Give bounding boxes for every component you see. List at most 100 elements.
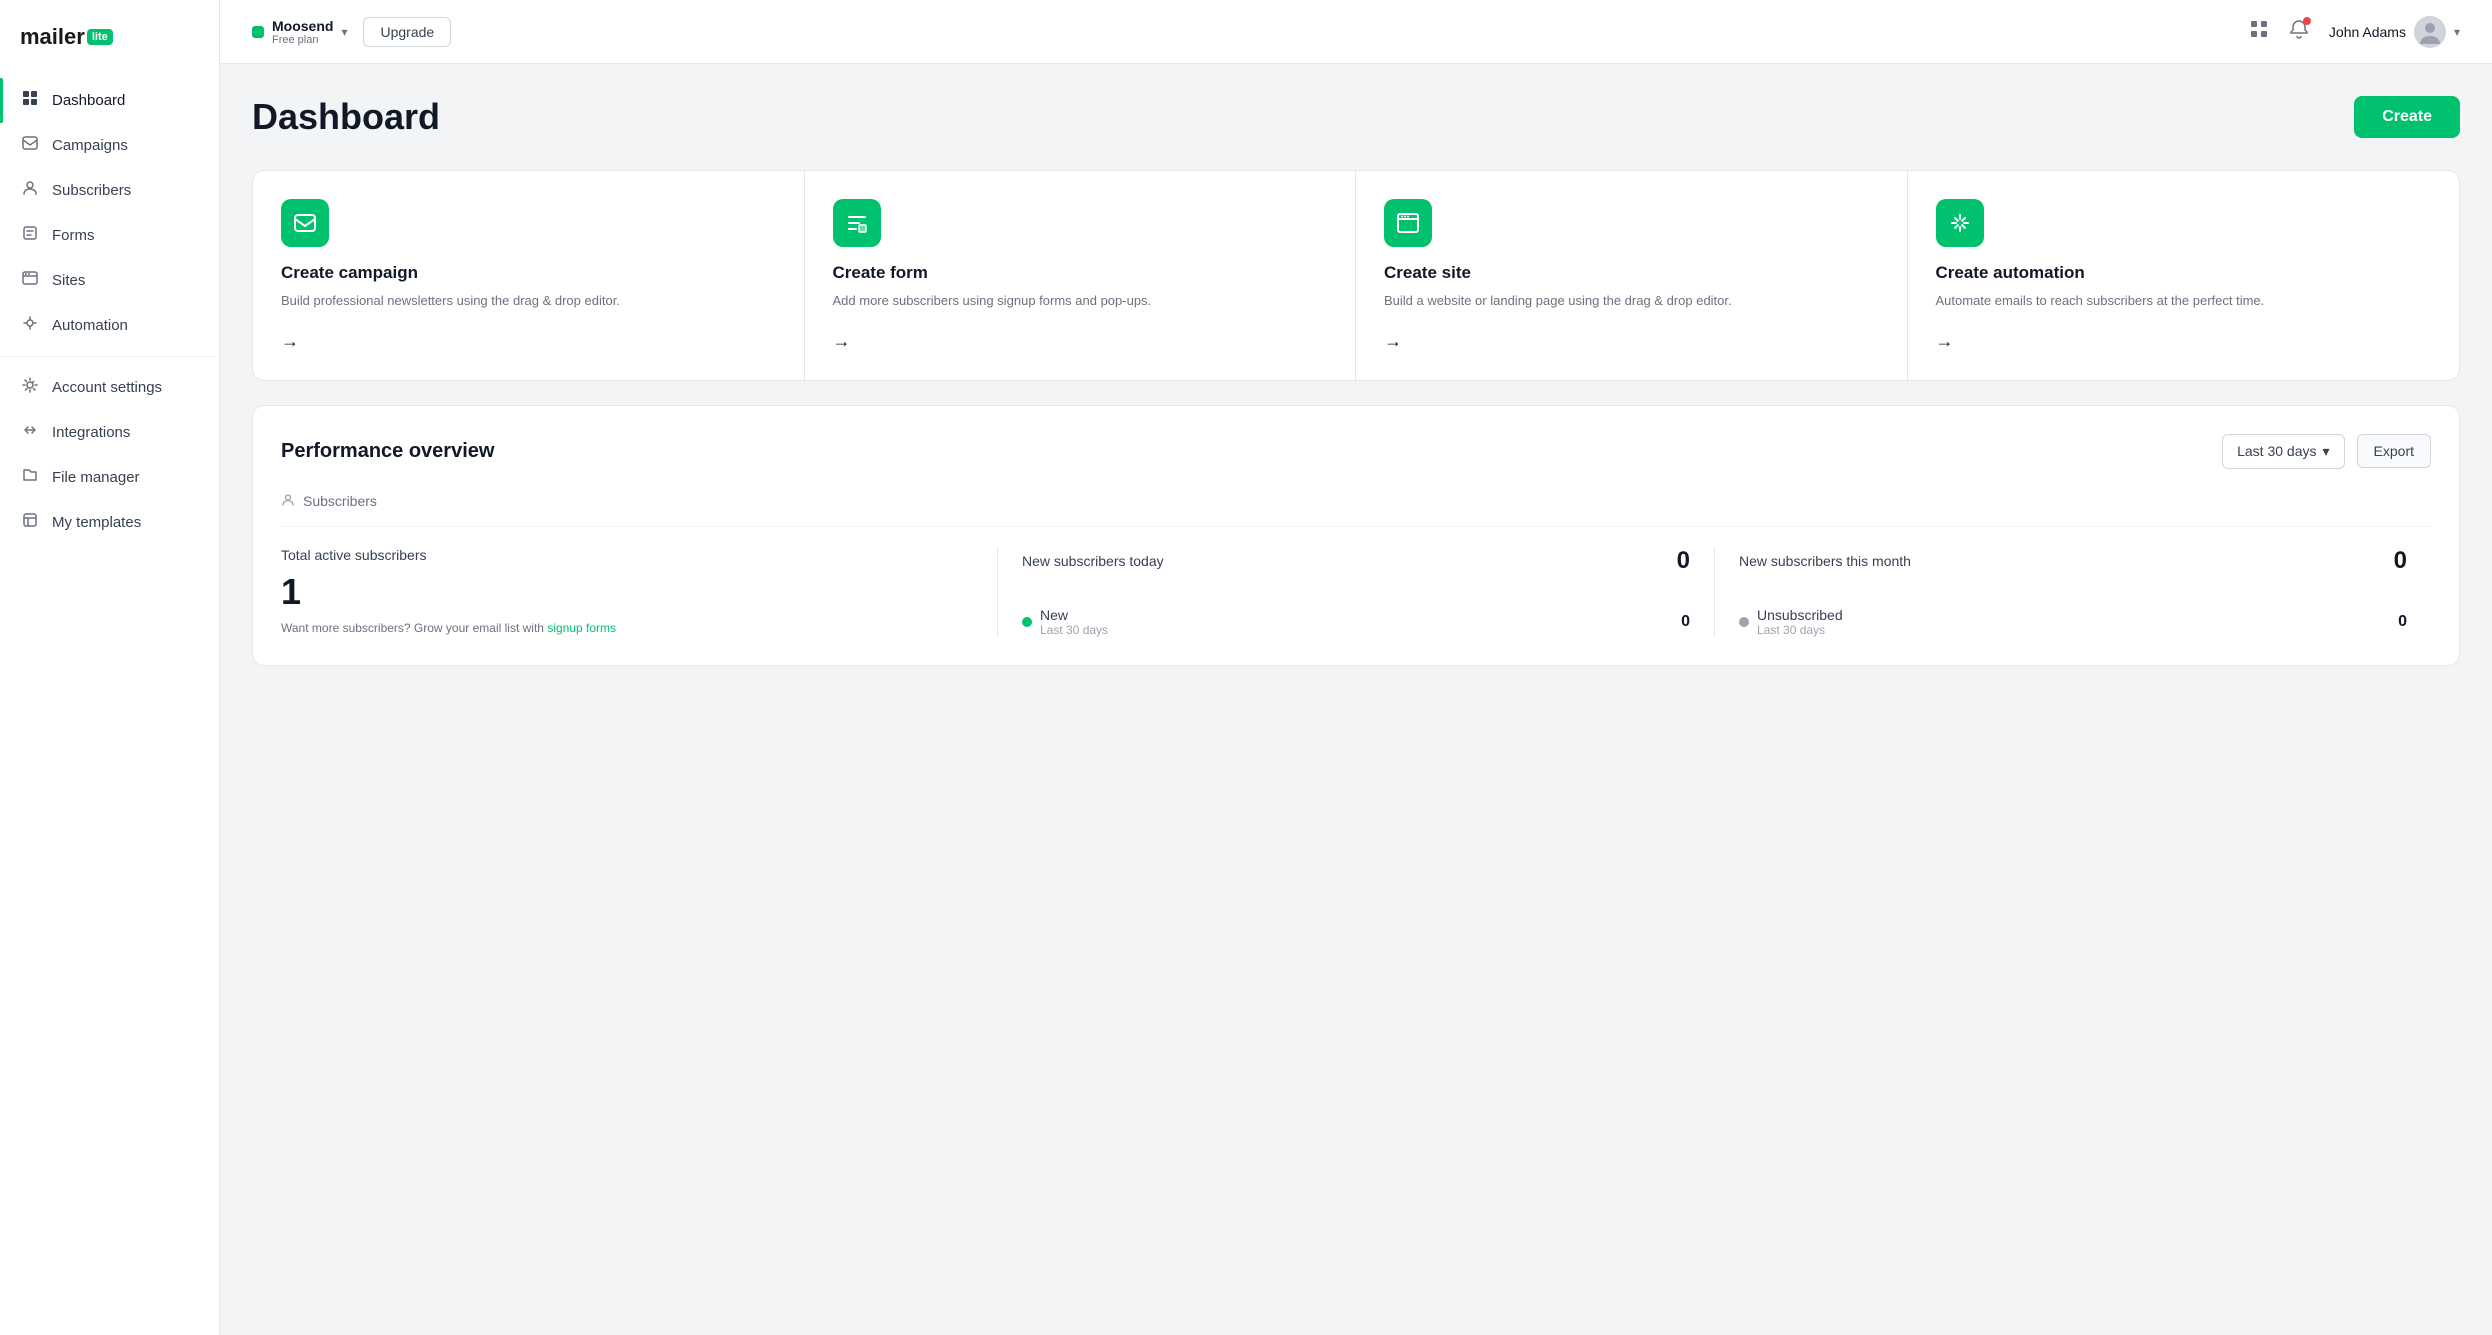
action-title: Create form	[833, 263, 1328, 283]
sub-stat-new: New Last 30 days 0	[1022, 607, 1690, 637]
workspace-name: Moosend	[272, 18, 333, 34]
campaign-icon-box	[281, 199, 329, 247]
new-dot	[1022, 617, 1032, 627]
sidebar-item-label: My templates	[52, 514, 141, 531]
nav-items: Dashboard Campaigns Subscribers Forms Si…	[0, 70, 219, 1335]
sidebar-item-file-manager[interactable]: File manager	[0, 455, 219, 500]
sidebar: mailerlite Dashboard Campaigns Subscribe…	[0, 0, 220, 1335]
campaigns-icon	[20, 135, 40, 156]
sidebar-item-integrations[interactable]: Integrations	[0, 410, 219, 455]
action-title: Create campaign	[281, 263, 776, 283]
nav-divider	[0, 356, 219, 357]
sub-stats-right: Unsubscribed Last 30 days 0	[1739, 607, 2407, 637]
subscribers-section: Subscribers Total active subscribers 1 W…	[281, 493, 2431, 637]
grid-icon[interactable]	[2249, 19, 2269, 44]
sidebar-item-subscribers[interactable]: Subscribers	[0, 168, 219, 213]
notification-dot	[2303, 17, 2311, 25]
notification-bell-icon[interactable]	[2289, 19, 2309, 44]
sidebar-item-label: Account settings	[52, 379, 162, 396]
action-arrow: →	[281, 331, 776, 352]
sidebar-item-label: Integrations	[52, 424, 130, 441]
signup-forms-link[interactable]: signup forms	[547, 621, 616, 635]
avatar	[2414, 16, 2446, 48]
sidebar-item-dashboard[interactable]: Dashboard	[0, 78, 219, 123]
page-header: Dashboard Create	[252, 96, 2460, 138]
sidebar-item-label: Dashboard	[52, 92, 125, 109]
unsub-dot	[1739, 617, 1749, 627]
logo: mailerlite	[0, 0, 219, 70]
sidebar-item-label: Campaigns	[52, 137, 128, 154]
action-arrow: →	[1384, 331, 1879, 352]
action-card-automation[interactable]: Create automation Automate emails to rea…	[1908, 171, 2460, 380]
workspace-plan: Free plan	[272, 34, 333, 46]
sidebar-item-account-settings[interactable]: Account settings	[0, 365, 219, 410]
stat-total-active: Total active subscribers 1 Want more sub…	[281, 547, 997, 637]
topbar: Moosend Free plan ▾ Upgrade John Adams ▾	[220, 0, 2492, 64]
file-manager-icon	[20, 467, 40, 488]
stat-new-today: New subscribers today 0 New Last	[998, 547, 1714, 637]
stat-value: 0	[2394, 547, 2407, 575]
account-settings-icon	[20, 377, 40, 398]
action-desc: Add more subscribers using signup forms …	[833, 291, 1328, 311]
action-desc: Build a website or landing page using th…	[1384, 291, 1879, 311]
stat-label: Total active subscribers	[281, 547, 973, 563]
sidebar-item-label: Automation	[52, 317, 128, 334]
stat-value: 1	[281, 571, 973, 613]
sidebar-item-campaigns[interactable]: Campaigns	[0, 123, 219, 168]
perf-controls: Last 30 days ▾ Export	[2222, 434, 2431, 469]
workspace-selector[interactable]: Moosend Free plan ▾	[252, 18, 347, 46]
stat-label: New subscribers this month	[1739, 553, 1911, 569]
sidebar-item-label: File manager	[52, 469, 140, 486]
user-name: John Adams	[2329, 24, 2406, 40]
sidebar-item-label: Forms	[52, 227, 95, 244]
sidebar-item-sites[interactable]: Sites	[0, 258, 219, 303]
action-card-site[interactable]: Create site Build a website or landing p…	[1356, 171, 1908, 380]
sidebar-item-label: Subscribers	[52, 182, 131, 199]
sites-icon	[20, 270, 40, 291]
subscriber-icon	[281, 493, 295, 510]
main-area: Moosend Free plan ▾ Upgrade John Adams ▾	[220, 0, 2492, 1335]
export-button[interactable]: Export	[2357, 434, 2431, 468]
form-icon-box	[833, 199, 881, 247]
date-filter-dropdown[interactable]: Last 30 days ▾	[2222, 434, 2344, 469]
dropdown-chevron-icon: ▾	[2323, 443, 2330, 460]
action-title: Create site	[1384, 263, 1879, 283]
performance-title: Performance overview	[281, 440, 494, 463]
upgrade-button[interactable]: Upgrade	[363, 17, 451, 47]
action-title: Create automation	[1936, 263, 2432, 283]
action-card-campaign[interactable]: Create campaign Build professional newsl…	[253, 171, 805, 380]
my-templates-icon	[20, 512, 40, 533]
content-area: Dashboard Create Create campaign Build p…	[220, 64, 2492, 1335]
dashboard-icon	[20, 90, 40, 111]
automation-icon-box	[1936, 199, 1984, 247]
action-desc: Build professional newsletters using the…	[281, 291, 776, 311]
stat-label: New subscribers today	[1022, 553, 1164, 569]
logo-text: mailer	[20, 24, 85, 50]
performance-card: Performance overview Last 30 days ▾ Expo…	[252, 405, 2460, 666]
stats-row: Total active subscribers 1 Want more sub…	[281, 547, 2431, 637]
workspace-dot	[252, 26, 264, 38]
sub-stats-left: New Last 30 days 0	[1022, 607, 1690, 637]
sidebar-item-label: Sites	[52, 272, 85, 289]
automation-icon	[20, 315, 40, 336]
user-area[interactable]: John Adams ▾	[2329, 16, 2460, 48]
workspace-chevron-icon: ▾	[341, 25, 347, 39]
stat-value: 0	[1677, 547, 1690, 575]
integrations-icon	[20, 422, 40, 443]
stat-hint: Want more subscribers? Grow your email l…	[281, 621, 973, 635]
quick-actions: Create campaign Build professional newsl…	[252, 170, 2460, 381]
action-card-form[interactable]: Create form Add more subscribers using s…	[805, 171, 1357, 380]
sidebar-item-automation[interactable]: Automation	[0, 303, 219, 348]
stat-new-month: New subscribers this month 0 Unsubscribe…	[1715, 547, 2431, 637]
sub-stat-unsubscribed: Unsubscribed Last 30 days 0	[1739, 607, 2407, 637]
subscribers-label: Subscribers	[281, 493, 2431, 527]
performance-header: Performance overview Last 30 days ▾ Expo…	[281, 434, 2431, 469]
user-chevron-icon: ▾	[2454, 25, 2460, 39]
topbar-right: John Adams ▾	[2249, 16, 2460, 48]
page-title: Dashboard	[252, 96, 440, 138]
subscribers-icon	[20, 180, 40, 201]
sidebar-item-my-templates[interactable]: My templates	[0, 500, 219, 545]
sidebar-item-forms[interactable]: Forms	[0, 213, 219, 258]
create-button[interactable]: Create	[2354, 96, 2460, 138]
logo-badge: lite	[87, 29, 113, 45]
